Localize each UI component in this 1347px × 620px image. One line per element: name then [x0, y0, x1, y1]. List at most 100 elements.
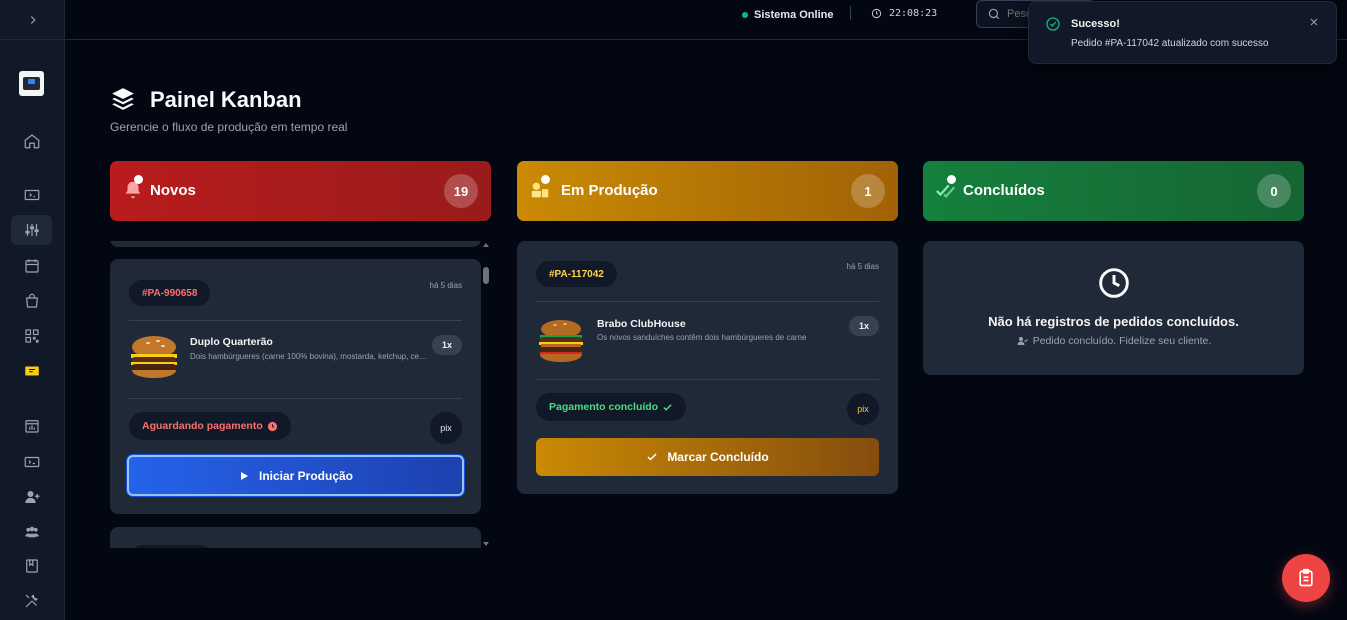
sidebar-item-kanban[interactable] [11, 215, 52, 245]
home-icon [24, 134, 39, 149]
order-id-badge: #PA-117042 [536, 261, 617, 287]
start-production-label: Iniciar Produção [258, 468, 354, 483]
ticket-icon [24, 189, 39, 201]
app-logo[interactable] [19, 71, 44, 96]
notification-dot [947, 175, 956, 184]
toast-title: Sucesso! [1071, 18, 1120, 30]
item-name: Brabo ClubHouse [597, 318, 686, 330]
play-icon [240, 471, 248, 480]
order-card-partial[interactable] [110, 241, 481, 247]
novos-card-list[interactable]: #PA-990658 há 5 dias Duplo Quarterão Doi… [110, 241, 491, 548]
column-label: Novos [150, 182, 196, 199]
item-quantity: 1x [849, 316, 879, 336]
toast-message: Pedido #PA-117042 atualizado com sucesso [1071, 38, 1269, 49]
scroll-down-arrow[interactable] [483, 542, 489, 546]
close-icon[interactable] [1308, 16, 1320, 28]
sidebar-item-add-user[interactable] [11, 482, 52, 512]
order-card-partial[interactable] [110, 527, 481, 548]
payment-status-label: Pagamento concluído [549, 401, 659, 413]
payment-method-badge: pix [430, 412, 462, 444]
empty-state-subtitle-text: Pedido concluído. Fidelize seu cliente. [1032, 335, 1212, 347]
check-icon [663, 403, 672, 411]
mark-completed-button[interactable]: Marcar Concluído [536, 438, 879, 476]
item-name: Duplo Quarterão [190, 336, 273, 348]
clock: 22:08:23 [871, 8, 937, 19]
column-label: Concluídos [963, 182, 1045, 199]
success-toast: Sucesso! Pedido #PA-117042 atualizado co… [1028, 1, 1337, 64]
sidebar-item-qrcode[interactable] [11, 321, 52, 351]
card-divider [129, 320, 462, 321]
page-subtitle: Gerencie o fluxo de produção em tempo re… [110, 120, 348, 134]
payment-method-badge: pix [847, 393, 879, 425]
status-online-dot [742, 12, 748, 18]
column-header-concluidos: Concluídos 0 [923, 161, 1304, 221]
order-id-badge-partial [130, 545, 212, 548]
system-status: Sistema Online [742, 8, 833, 22]
empty-state-subtitle: Pedido concluído. Fidelize seu cliente. [923, 335, 1304, 347]
check-circle-icon [1046, 17, 1060, 31]
column-count-badge: 0 [1257, 174, 1291, 208]
sidebar-item-menu-book[interactable] [11, 551, 52, 581]
sidebar-item-tools[interactable] [11, 586, 52, 616]
sidebar-item-tickets[interactable] [11, 180, 52, 210]
qrcode-icon [24, 329, 39, 343]
sidebar-item-orders[interactable] [11, 286, 52, 316]
sidebar-item-team[interactable] [11, 517, 52, 547]
payment-status-label: Aguardando pagamento [142, 420, 263, 432]
item-quantity: 1x [432, 335, 462, 355]
sidebar-item-calendar[interactable] [11, 251, 52, 281]
sidebar-item-coupons[interactable] [11, 356, 52, 386]
burger-image [539, 320, 583, 362]
order-card[interactable]: #PA-117042 há 5 dias Brabo ClubHouse Os … [517, 241, 898, 494]
clock-icon [871, 8, 882, 19]
search-icon [988, 8, 1000, 20]
users-icon [24, 526, 39, 538]
shopping-bag-icon [25, 293, 38, 308]
terminal-icon [24, 456, 39, 468]
column-count-badge: 1 [851, 174, 885, 208]
clock-icon [267, 421, 277, 431]
scroll-up-arrow[interactable] [483, 243, 489, 247]
order-card[interactable]: #PA-990658 há 5 dias Duplo Quarterão Doi… [110, 259, 481, 514]
user-plus-icon [24, 491, 39, 503]
scrollbar[interactable] [481, 241, 491, 548]
item-description: Dois hambúrgueres (carne 100% bovina), m… [190, 352, 430, 361]
payment-status-badge: Aguardando pagamento [129, 412, 291, 440]
mark-completed-label: Marcar Concluído [667, 450, 769, 464]
column-header-novos: Novos 19 [110, 161, 491, 221]
tools-icon [25, 594, 38, 608]
sidebar-toggle-button[interactable] [0, 0, 65, 40]
book-icon [25, 559, 38, 573]
order-time-ago: há 5 dias [429, 281, 462, 290]
notification-dot [134, 175, 143, 184]
payment-status-badge: Pagamento concluído [536, 393, 687, 421]
calendar-icon [24, 259, 39, 273]
notification-dot [541, 175, 550, 184]
sidebar-item-schedule[interactable] [11, 411, 52, 441]
clipboard-icon [1299, 568, 1313, 587]
empty-state: Não há registros de pedidos concluídos. … [923, 241, 1304, 375]
user-check-icon [1017, 337, 1028, 345]
order-time-ago: há 5 dias [846, 262, 879, 271]
clock-icon [1099, 268, 1129, 298]
column-count-badge: 19 [444, 174, 478, 208]
card-divider [536, 379, 879, 380]
chevron-right-icon [30, 15, 36, 24]
column-label: Em Produção [561, 182, 658, 199]
sidebar-item-home[interactable] [11, 126, 52, 156]
column-header-em-producao: Em Produção 1 [517, 161, 898, 221]
sidebar [0, 0, 65, 620]
coupon-icon [24, 366, 39, 376]
scrollbar-thumb[interactable] [483, 267, 489, 284]
burger-image [131, 336, 177, 378]
page-title: Painel Kanban [150, 87, 302, 112]
sidebar-item-terminal[interactable] [11, 447, 52, 477]
card-divider [129, 398, 462, 399]
card-divider [536, 301, 879, 302]
calendar-chart-icon [24, 420, 39, 433]
item-description: Os novos sanduíches contêm dois hambúrgu… [597, 333, 807, 342]
empty-state-title: Não há registros de pedidos concluídos. [988, 314, 1239, 329]
clipboard-fab-button[interactable] [1282, 554, 1330, 602]
start-production-button[interactable]: Iniciar Produção [127, 455, 464, 496]
layers-icon [112, 88, 134, 110]
